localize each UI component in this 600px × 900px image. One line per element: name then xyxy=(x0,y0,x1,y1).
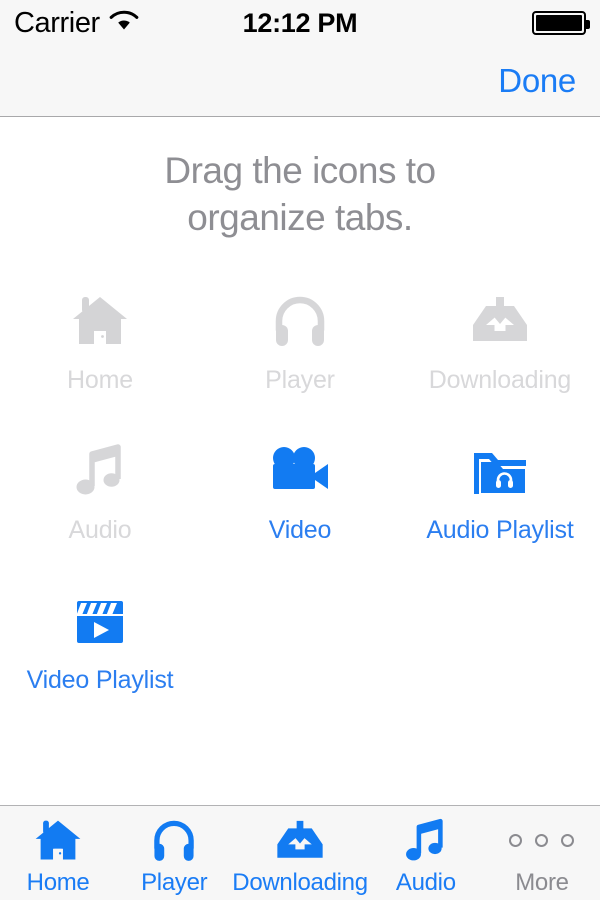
grid-item-audio-playlist[interactable]: Audio Playlist xyxy=(400,430,600,580)
navigation-bar: Done xyxy=(0,46,600,117)
draggable-icon-grid: Home Player Downloading Audio Video Audi… xyxy=(0,280,600,730)
tab-audio[interactable]: Audio xyxy=(368,806,484,900)
tab-home[interactable]: Home xyxy=(0,806,116,900)
clapperboard-icon xyxy=(65,590,135,652)
wifi-icon xyxy=(109,10,139,37)
more-dot-3 xyxy=(561,834,575,847)
status-bar-left: Carrier xyxy=(14,6,139,39)
done-button[interactable]: Done xyxy=(496,58,578,104)
instruction-line-2: organize tabs. xyxy=(187,197,413,239)
tab-bar: Home Player Downloading Audio More xyxy=(0,805,600,900)
home-icon xyxy=(34,816,82,866)
tab-player[interactable]: Player xyxy=(116,806,232,900)
more-dot-1 xyxy=(509,834,523,847)
tab-label: More xyxy=(515,868,569,896)
grid-item-downloading[interactable]: Downloading xyxy=(400,280,600,430)
headphones-icon xyxy=(152,816,196,866)
grid-item-label: Home xyxy=(67,365,133,394)
headphones-icon xyxy=(265,290,335,352)
tab-more[interactable]: More xyxy=(484,806,600,900)
instruction-text: Drag the icons to organize tabs. xyxy=(0,147,600,242)
tab-label: Home xyxy=(26,868,90,896)
home-icon xyxy=(65,290,135,352)
grid-item-label: Video xyxy=(268,515,332,544)
battery-fill xyxy=(536,15,582,31)
music-note-icon xyxy=(404,816,447,866)
grid-item-label: Audio xyxy=(68,515,132,544)
download-tray-icon xyxy=(274,816,326,866)
grid-item-player[interactable]: Player xyxy=(200,280,400,430)
grid-item-label: Audio Playlist xyxy=(426,515,574,544)
more-dots-icon xyxy=(509,816,575,866)
app-screen: Carrier 12:12 PM Done Drag the icons to … xyxy=(0,0,600,900)
tab-downloading[interactable]: Downloading xyxy=(232,806,368,900)
music-note-icon xyxy=(65,440,135,502)
grid-item-home[interactable]: Home xyxy=(0,280,200,430)
grid-item-label: Downloading xyxy=(428,365,572,394)
folder-headphones-icon xyxy=(465,440,535,502)
instruction-line-1: Drag the icons to xyxy=(164,150,436,191)
movie-camera-icon xyxy=(265,440,335,502)
tab-label: Downloading xyxy=(232,868,368,896)
status-bar-right xyxy=(532,11,590,35)
grid-item-audio[interactable]: Audio xyxy=(0,430,200,580)
status-bar: Carrier 12:12 PM xyxy=(0,0,600,46)
carrier-label: Carrier xyxy=(14,6,100,39)
battery-full-icon xyxy=(532,11,590,35)
grid-item-label: Player xyxy=(265,365,335,394)
grid-item-video-playlist[interactable]: Video Playlist xyxy=(0,580,200,730)
tab-label: Player xyxy=(141,868,208,896)
grid-item-label: Video Playlist xyxy=(26,665,174,694)
customize-tabs-content: Drag the icons to organize tabs. Home Pl… xyxy=(0,117,600,805)
download-tray-icon xyxy=(465,290,535,352)
more-dot-2 xyxy=(535,834,549,847)
grid-item-video[interactable]: Video xyxy=(200,430,400,580)
tab-label: Audio xyxy=(395,868,456,896)
more-dots-group xyxy=(509,834,575,847)
